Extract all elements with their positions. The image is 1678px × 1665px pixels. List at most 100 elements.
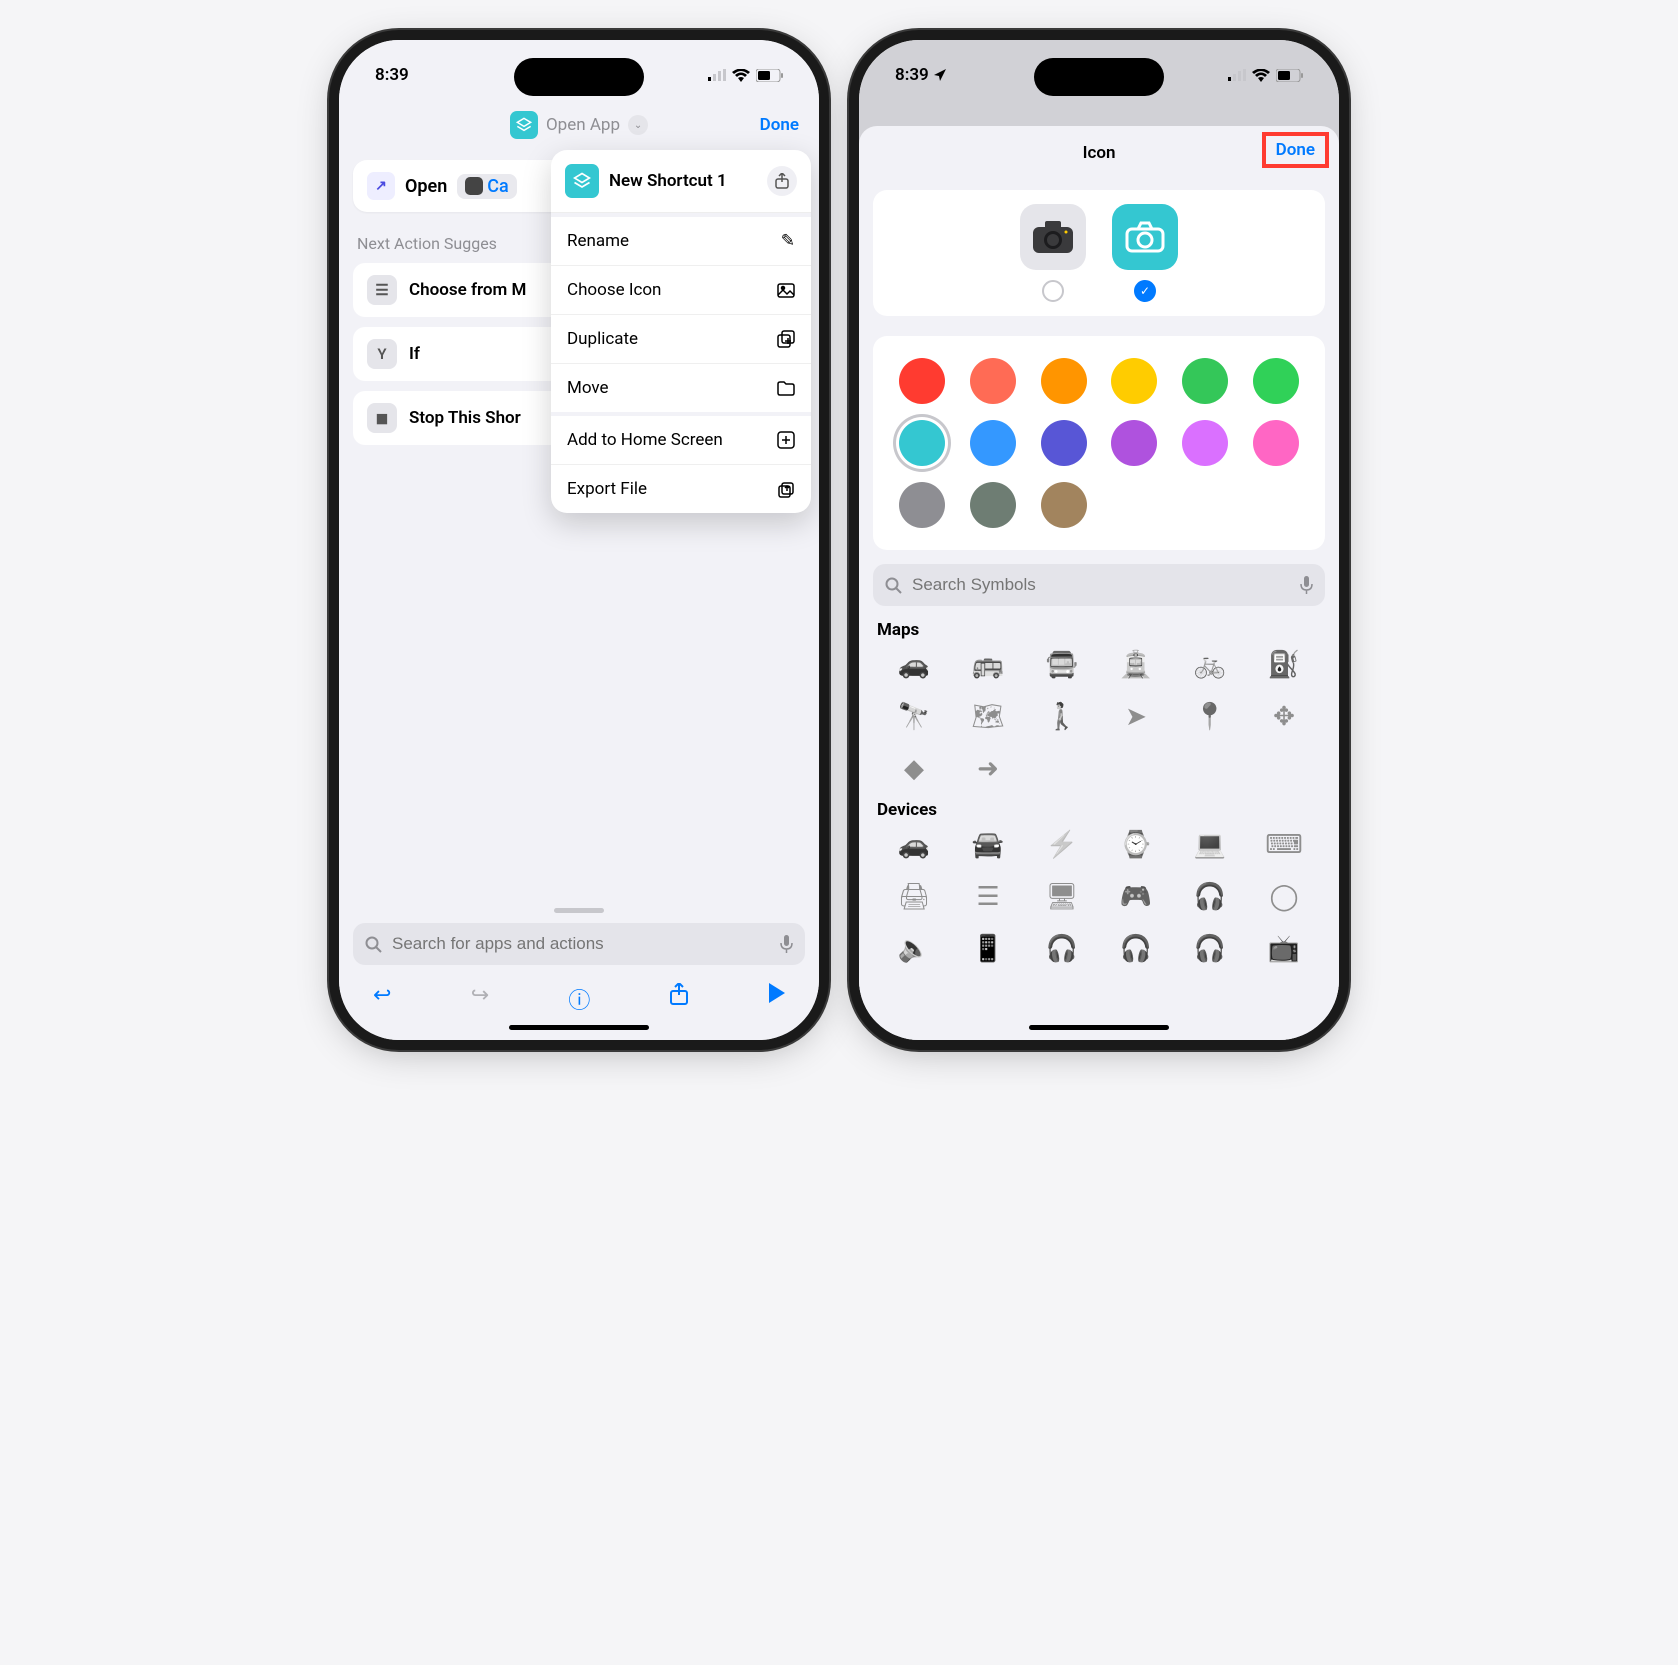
- icon-choice-glyph[interactable]: ✓: [1112, 204, 1178, 302]
- symbol-tram[interactable]: 🚊: [1119, 648, 1153, 682]
- menu-rename[interactable]: Rename ✎: [551, 217, 811, 265]
- color-swatch[interactable]: [970, 358, 1016, 404]
- status-indicators: [708, 69, 783, 82]
- symbol-bus[interactable]: 🚌: [971, 648, 1005, 682]
- cellular-icon: [708, 69, 726, 81]
- symbol-earpods[interactable]: 🎧: [1119, 932, 1153, 966]
- search-input[interactable]: [390, 933, 772, 955]
- menu-icon: ☰: [367, 275, 397, 305]
- color-swatch[interactable]: [1111, 358, 1157, 404]
- chevron-down-icon[interactable]: ⌄: [628, 115, 648, 135]
- symbol-map[interactable]: 🗺: [971, 700, 1005, 734]
- menu-duplicate[interactable]: Duplicate: [551, 314, 811, 363]
- info-button[interactable]: ⓘ: [568, 983, 590, 1015]
- icon-choice-original[interactable]: [1020, 204, 1086, 302]
- plus-square-icon: [777, 431, 795, 449]
- symbol-bicycle[interactable]: 🚲: [1193, 648, 1227, 682]
- symbol-turn-sign[interactable]: ◆: [897, 752, 931, 786]
- symbol-bus-double[interactable]: 🚍: [1045, 648, 1079, 682]
- shortcut-title-chip[interactable]: Open App ⌄: [510, 111, 648, 139]
- undo-button[interactable]: ↩︎: [373, 983, 391, 1015]
- symbol-binoculars[interactable]: 🔭: [897, 700, 931, 734]
- shortcut-app-icon: [510, 111, 538, 139]
- color-swatch[interactable]: [1182, 420, 1228, 466]
- dynamic-island: [1034, 58, 1164, 96]
- symbol-airpods-pro[interactable]: 🎧: [1193, 932, 1227, 966]
- search-symbols[interactable]: [873, 564, 1325, 606]
- grabber[interactable]: [554, 908, 604, 913]
- symbol-appletv[interactable]: 📺: [1267, 932, 1301, 966]
- symbol-car[interactable]: 🚗: [897, 648, 931, 682]
- menu-add-home[interactable]: Add to Home Screen: [551, 416, 811, 464]
- symbol-server[interactable]: ☰: [971, 880, 1005, 914]
- share-icon[interactable]: [767, 166, 797, 196]
- radio-unselected[interactable]: [1042, 280, 1064, 302]
- symbol-homepod[interactable]: ◯: [1267, 880, 1301, 914]
- battery-icon: [756, 69, 783, 82]
- search-icon: [885, 577, 902, 594]
- symbol-pin-radius[interactable]: 📍: [1193, 700, 1227, 734]
- color-swatch[interactable]: [970, 420, 1016, 466]
- color-swatch[interactable]: [1253, 358, 1299, 404]
- bottom-toolbar: ↩︎ ↪︎ ⓘ: [339, 973, 819, 1019]
- menu-header: New Shortcut 1: [551, 150, 811, 213]
- symbol-applewatch[interactable]: ⌚: [1119, 828, 1153, 862]
- radio-selected[interactable]: ✓: [1134, 280, 1156, 302]
- stop-icon: ◼: [367, 403, 397, 433]
- status-time: 8:39: [895, 65, 947, 85]
- color-swatch[interactable]: [1111, 420, 1157, 466]
- run-button[interactable]: [767, 983, 785, 1015]
- menu-move[interactable]: Move: [551, 363, 811, 412]
- symbol-gamecontroller[interactable]: 🎮: [1119, 880, 1153, 914]
- menu-label: Move: [567, 378, 609, 398]
- symbol-car-charging[interactable]: ⚡: [1045, 828, 1079, 862]
- symbol-laptop[interactable]: 💻: [1193, 828, 1227, 862]
- symbol-printer[interactable]: 🖨: [897, 880, 931, 914]
- symbol-display[interactable]: 🖥: [1045, 880, 1079, 914]
- symbol-walk[interactable]: 🚶: [1045, 700, 1079, 734]
- symbol-devices[interactable]: 📱: [971, 932, 1005, 966]
- symbol-location-arrow[interactable]: ➤: [1119, 700, 1153, 734]
- home-indicator[interactable]: [509, 1025, 649, 1030]
- symbol-headphones[interactable]: 🎧: [1193, 880, 1227, 914]
- menu-label: Duplicate: [567, 329, 638, 349]
- export-icon: [777, 480, 795, 498]
- menu-choose-icon[interactable]: Choose Icon: [551, 265, 811, 314]
- search-input[interactable]: [910, 574, 1292, 596]
- done-button[interactable]: Done: [1276, 140, 1315, 160]
- mic-icon[interactable]: [1300, 576, 1313, 594]
- symbol-keyboard[interactable]: ⌨: [1267, 828, 1301, 862]
- camera-thumb-icon: [465, 177, 483, 195]
- color-swatch[interactable]: [970, 482, 1016, 528]
- color-swatch[interactable]: [899, 482, 945, 528]
- symbol-airpods[interactable]: 🎧: [1045, 932, 1079, 966]
- color-swatch[interactable]: [1041, 420, 1087, 466]
- menu-label: Rename: [567, 231, 629, 251]
- color-swatch[interactable]: [899, 420, 945, 466]
- symbol-car[interactable]: 🚗: [897, 828, 931, 862]
- symbol-cars[interactable]: 🚘: [971, 828, 1005, 862]
- location-icon: [933, 68, 947, 82]
- menu-export[interactable]: Export File: [551, 464, 811, 513]
- color-swatch[interactable]: [1041, 482, 1087, 528]
- color-swatch[interactable]: [1253, 420, 1299, 466]
- symbol-fuelpump[interactable]: ⛽: [1267, 648, 1301, 682]
- shortcut-app-icon: [565, 164, 599, 198]
- editor-header: Open App ⌄ Done: [339, 100, 819, 150]
- app-parameter-chip[interactable]: Ca: [457, 174, 516, 199]
- color-swatch[interactable]: [899, 358, 945, 404]
- symbol-speaker[interactable]: 🔈: [897, 932, 931, 966]
- home-indicator[interactable]: [1029, 1025, 1169, 1030]
- done-button[interactable]: Done: [760, 115, 799, 135]
- mic-icon[interactable]: [780, 935, 793, 953]
- search-actions[interactable]: [353, 923, 805, 965]
- symbol-move-arrows[interactable]: ✥: [1267, 700, 1301, 734]
- symbol-arrow-circle[interactable]: ➜: [971, 752, 1005, 786]
- color-swatch[interactable]: [1182, 358, 1228, 404]
- dynamic-island: [514, 58, 644, 96]
- menu-label: Add to Home Screen: [567, 430, 723, 450]
- share-button[interactable]: [670, 983, 688, 1015]
- sheet-title: Icon: [1083, 143, 1116, 163]
- status-time: 8:39: [375, 65, 409, 85]
- color-swatch[interactable]: [1041, 358, 1087, 404]
